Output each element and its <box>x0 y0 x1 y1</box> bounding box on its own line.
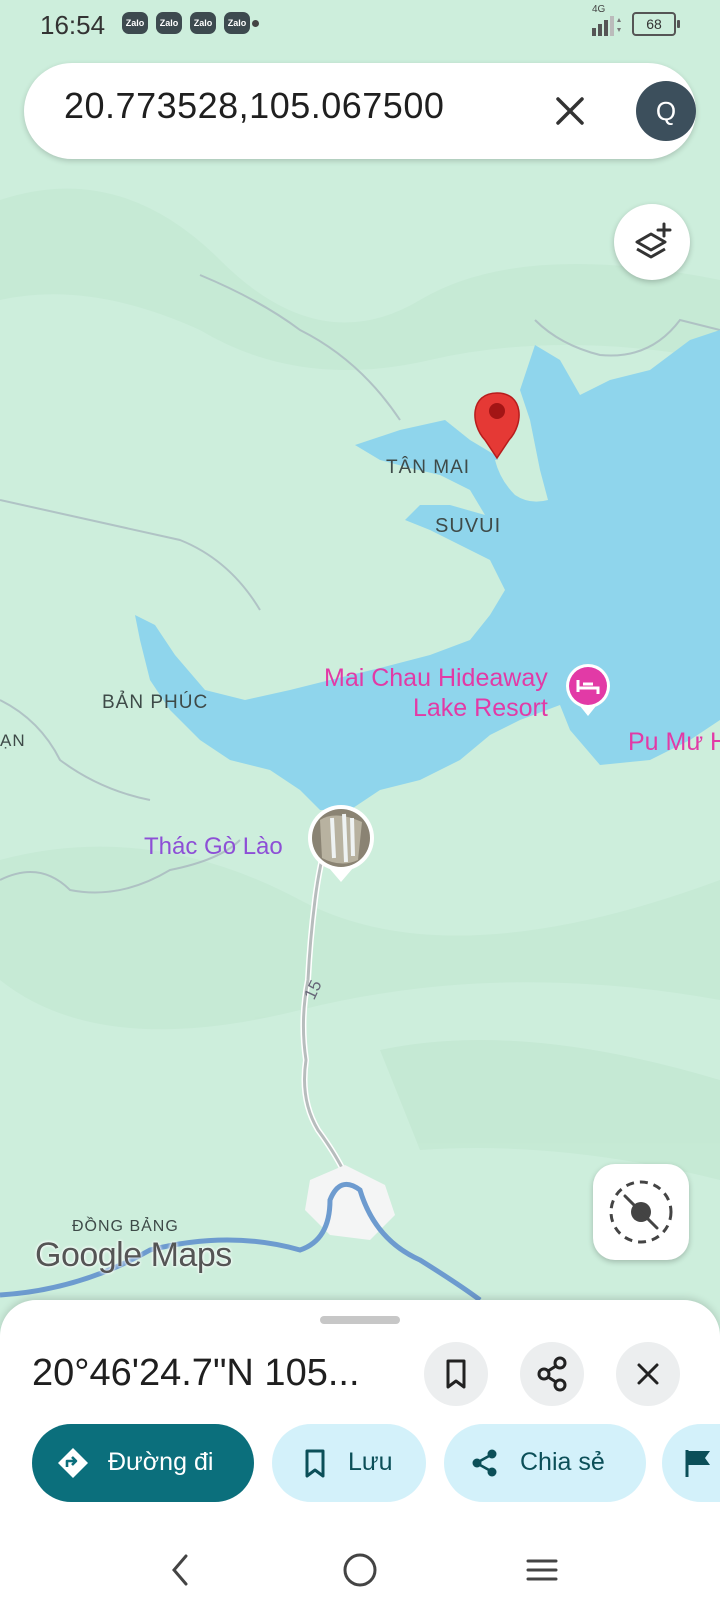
battery-icon: 68 <box>632 12 680 36</box>
status-bar: 16:54 Zalo Zalo Zalo Zalo 4G 68 <box>0 0 720 52</box>
search-input[interactable]: 20.773528,105.067500 <box>64 85 444 127</box>
zalo-notification-icon: Zalo <box>156 12 182 34</box>
search-bar[interactable]: 20.773528,105.067500 Q <box>24 63 696 159</box>
drag-handle[interactable] <box>320 1316 400 1324</box>
flag-icon <box>685 1450 710 1477</box>
recents-menu-icon[interactable] <box>522 1550 562 1590</box>
zalo-notification-icon: Zalo <box>190 12 216 34</box>
share-icon <box>472 1449 497 1477</box>
poi-label-resort-line2[interactable]: Lake Resort <box>413 694 548 723</box>
poi-label-resort-line1[interactable]: Mai Chau Hideaway <box>324 664 548 693</box>
place-label-ban-phuc[interactable]: BẢN PHÚC <box>102 692 208 714</box>
layers-icon <box>635 222 672 259</box>
my-location-button[interactable] <box>593 1164 689 1260</box>
bookmark-button[interactable] <box>424 1342 488 1406</box>
more-notifications-dot-icon <box>252 20 259 27</box>
clear-search-icon[interactable] <box>544 85 596 137</box>
place-label-tan-mai[interactable]: TÂN MAI <box>386 457 470 479</box>
place-label-edge: ẠN <box>0 731 26 750</box>
directions-label: Đường đi <box>108 1448 214 1476</box>
bookmark-icon <box>446 1359 466 1389</box>
system-nav-bar <box>0 1530 720 1612</box>
share-action-button[interactable]: Chia sẻ <box>444 1424 646 1502</box>
layers-button[interactable] <box>614 204 690 280</box>
share-label: Chia sẻ <box>520 1448 605 1476</box>
zalo-notification-icon: Zalo <box>122 12 148 34</box>
flag-button[interactable] <box>662 1424 720 1502</box>
directions-button[interactable]: Đường đi <box>32 1424 254 1502</box>
home-icon[interactable] <box>340 1550 380 1590</box>
share-icon <box>537 1356 567 1392</box>
location-disabled-icon <box>609 1180 673 1244</box>
place-label-suvui[interactable]: SUVUI <box>435 515 501 538</box>
save-label: Lưu <box>348 1448 393 1476</box>
zalo-notification-icon: Zalo <box>224 12 250 34</box>
google-maps-logo: Google Maps <box>35 1236 232 1274</box>
bookmark-icon <box>305 1449 325 1478</box>
back-icon[interactable] <box>164 1550 196 1590</box>
save-button[interactable]: Lưu <box>272 1424 426 1502</box>
poi-label-pu-mu[interactable]: Pu Mư H <box>628 728 720 757</box>
account-avatar[interactable]: Q <box>636 81 696 141</box>
directions-icon <box>58 1448 88 1478</box>
place-label-dong-bang[interactable]: ĐỒNG BẢNG <box>72 1218 179 1236</box>
share-button[interactable] <box>520 1342 584 1406</box>
poi-label-waterfall[interactable]: Thác Gò Lào <box>144 833 283 861</box>
close-button[interactable] <box>616 1342 680 1406</box>
close-icon <box>637 1363 659 1385</box>
coordinates-title: 20°46'24.7"N 105... <box>32 1352 360 1394</box>
signal-icon <box>592 16 621 36</box>
status-time: 16:54 <box>40 10 106 40</box>
